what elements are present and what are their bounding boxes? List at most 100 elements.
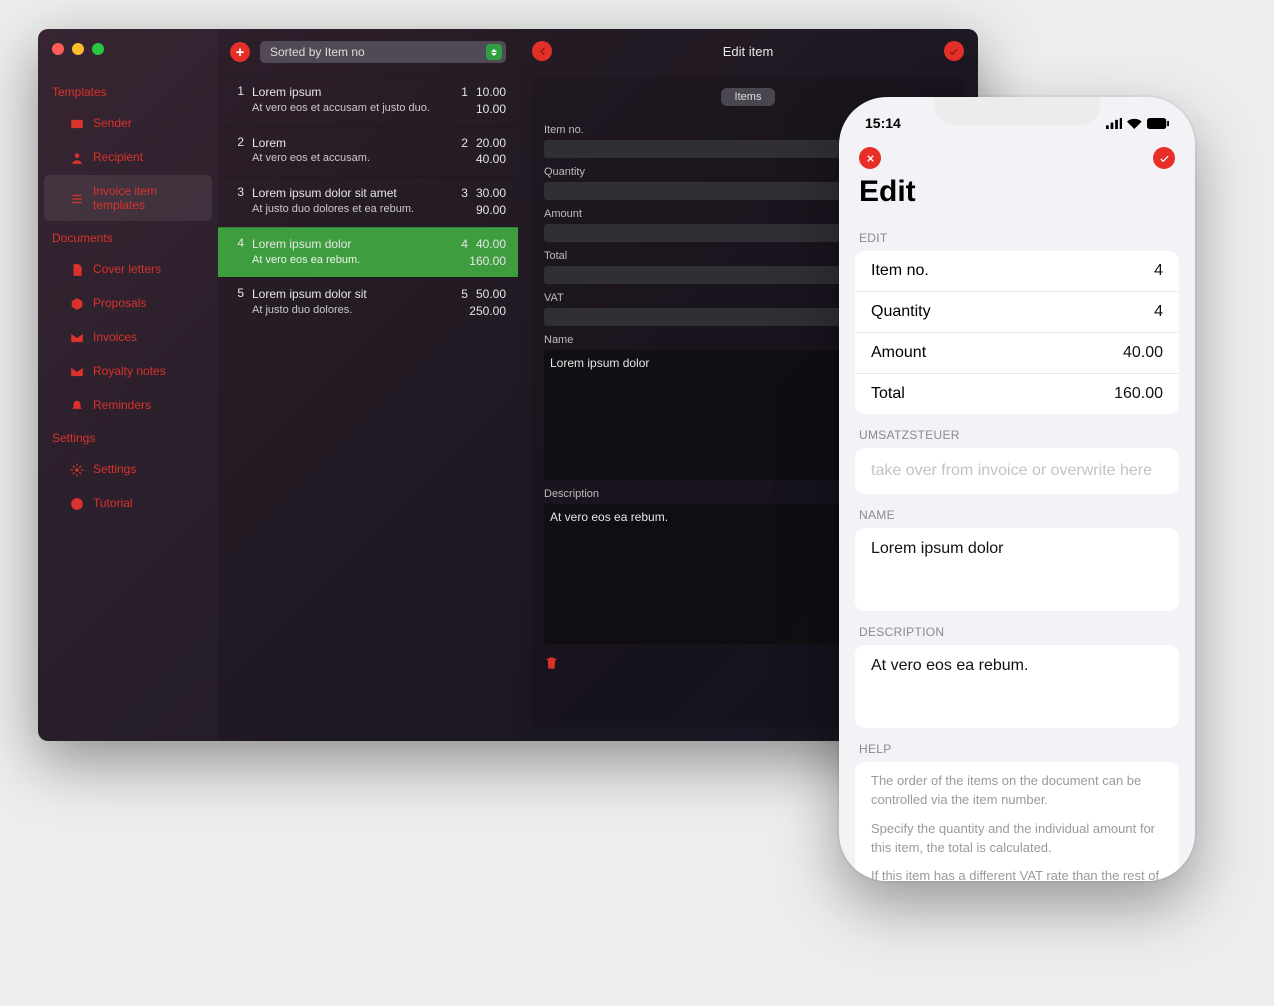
bell-icon (70, 399, 84, 411)
add-button[interactable]: + (230, 42, 250, 62)
battery-icon (1147, 118, 1169, 129)
ios-edit-row[interactable]: Amount40.00 (855, 333, 1179, 374)
ios-edit-row[interactable]: Total 160.00 (855, 374, 1179, 414)
ios-section-desc: DESCRIPTION (839, 611, 1195, 645)
envelope-icon (70, 331, 84, 343)
ios-close-button[interactable] (859, 147, 881, 169)
list-item-qty: 3 (461, 185, 468, 202)
wifi-icon (1127, 118, 1142, 129)
list-item-title: Lorem ipsum dolor sit amet (252, 185, 446, 202)
ios-row-value: 40.00 (1123, 344, 1163, 362)
ios-row-label: Total (871, 385, 905, 403)
ios-edit-row[interactable]: Item no. 4 (855, 251, 1179, 292)
sidebar-item-tutorial[interactable]: Tutorial (44, 487, 212, 519)
sidebar-item-invoice-item-templates[interactable]: Invoice item templates (44, 175, 212, 221)
ios-section-edit: EDIT (839, 217, 1195, 251)
list-item-amount: 40.00 (476, 237, 506, 251)
help-text-1: The order of the items on the document c… (871, 772, 1163, 810)
cellular-icon (1106, 118, 1123, 129)
ios-confirm-button[interactable] (1153, 147, 1175, 169)
contact-card-icon (70, 117, 84, 129)
list-item-subtitle: At justo duo dolores et ea rebum. (252, 202, 446, 217)
ios-edit-row[interactable]: Quantity4 (855, 292, 1179, 333)
sidebar-item-label: Invoices (93, 330, 137, 344)
ios-name-input[interactable] (855, 528, 1179, 606)
sidebar-item-invoices[interactable]: Invoices (44, 321, 212, 353)
ios-row-label: Item no. (871, 262, 929, 280)
sidebar-item-label: Sender (93, 116, 132, 130)
mac-window: Templates Sender Recipient Invoice item tem… (38, 29, 978, 741)
ios-page-title: Edit (839, 175, 1195, 217)
minimize-icon[interactable] (72, 43, 84, 55)
help-icon (70, 497, 84, 509)
list-item-qty: 2 (461, 135, 468, 152)
person-icon (70, 151, 84, 163)
sidebar-item-settings[interactable]: Settings (44, 453, 212, 485)
ios-section-vat: UMSATZSTEUER (839, 414, 1195, 448)
ios-row-label: Quantity (871, 303, 931, 321)
list-item-amount: 30.00 (476, 186, 506, 200)
ios-help-card: The order of the items on the document c… (855, 762, 1179, 881)
sidebar-item-sender[interactable]: Sender (44, 107, 212, 139)
list-header: + Sorted by Item no (218, 41, 518, 75)
sidebar-item-royalty-notes[interactable]: Royalty notes (44, 355, 212, 387)
list-item-subtitle: At vero eos ea rebum. (252, 253, 446, 268)
item-list-pane: + Sorted by Item no 1Lorem ipsumAt vero … (218, 29, 518, 741)
list-item-total: 40.00 (446, 151, 506, 168)
sidebar-section-title: Settings (38, 423, 218, 451)
list-item-amount: 50.00 (476, 287, 506, 301)
ios-row-value: 160.00 (1114, 385, 1163, 403)
list-item-total: 250.00 (446, 303, 506, 320)
sidebar-item-label: Tutorial (93, 496, 133, 510)
list-item-total: 90.00 (446, 202, 506, 219)
ios-desc-input[interactable] (855, 645, 1179, 723)
window-controls (52, 43, 104, 55)
back-button[interactable] (532, 41, 552, 61)
sidebar-item-proposals[interactable]: Proposals (44, 287, 212, 319)
list-item-index: 1 (230, 84, 244, 118)
list-item-title: Lorem ipsum (252, 84, 446, 101)
ios-vat-input[interactable] (855, 448, 1179, 494)
sidebar-item-label: Reminders (93, 398, 151, 412)
list-item-title: Lorem ipsum dolor sit (252, 286, 446, 303)
list-item[interactable]: 2LoremAt vero eos et accusam.220.0040.00 (218, 126, 518, 177)
list-item-subtitle: At justo duo dolores. (252, 303, 446, 318)
ios-section-help: HELP (839, 728, 1195, 762)
close-icon[interactable] (52, 43, 64, 55)
sidebar-item-label: Invoice item templates (93, 184, 204, 212)
detail-title: Edit item (723, 44, 774, 59)
list-icon (70, 192, 84, 204)
list-item-index: 5 (230, 286, 244, 320)
list-item-total: 160.00 (446, 253, 506, 270)
tab-items[interactable]: Items (721, 88, 776, 106)
sort-dropdown[interactable]: Sorted by Item no (260, 41, 506, 63)
ios-row-value: 4 (1154, 262, 1163, 280)
list-item[interactable]: 1 Lorem ipsumAt vero eos et accusam et ju… (218, 75, 518, 126)
list-item-qty: 4 (461, 236, 468, 253)
list-item-qty: 5 (461, 286, 468, 303)
chevron-updown-icon (486, 44, 502, 60)
iphone-mockup: 15:14 Edit EDIT Item no. 4 Quantity4Amount… (839, 97, 1195, 881)
maximize-icon[interactable] (92, 43, 104, 55)
list-item-subtitle: At vero eos et accusam et justo duo. (252, 101, 446, 116)
list-item[interactable]: 5 Lorem ipsum dolor sitAt justo duo dolor… (218, 277, 518, 328)
sidebar-item-label: Proposals (93, 296, 146, 310)
status-time: 15:14 (865, 115, 901, 131)
list-item-amount: 20.00 (476, 136, 506, 150)
list-item-title: Lorem ipsum dolor (252, 236, 446, 253)
sidebar-section-title: Templates (38, 77, 218, 105)
sidebar-item-recipient[interactable]: Recipient (44, 141, 212, 173)
document-icon (70, 263, 84, 275)
sidebar-item-cover-letters[interactable]: Cover letters (44, 253, 212, 285)
sidebar-item-reminders[interactable]: Reminders (44, 389, 212, 421)
list-item-index: 3 (230, 185, 244, 219)
list-item[interactable]: 3 Lorem ipsum dolor sit ametAt justo duo … (218, 176, 518, 227)
list-item-amount: 10.00 (476, 85, 506, 99)
confirm-button[interactable] (944, 41, 964, 61)
sidebar-section-title: Documents (38, 223, 218, 251)
list-item[interactable]: 4 Lorem ipsum dolorAt vero eos ea rebum. 4… (218, 227, 518, 278)
list-item-index: 4 (230, 236, 244, 270)
list-item-subtitle: At vero eos et accusam. (252, 151, 446, 166)
sidebar-item-label: Recipient (93, 150, 143, 164)
sidebar-item-label: Cover letters (93, 262, 161, 276)
